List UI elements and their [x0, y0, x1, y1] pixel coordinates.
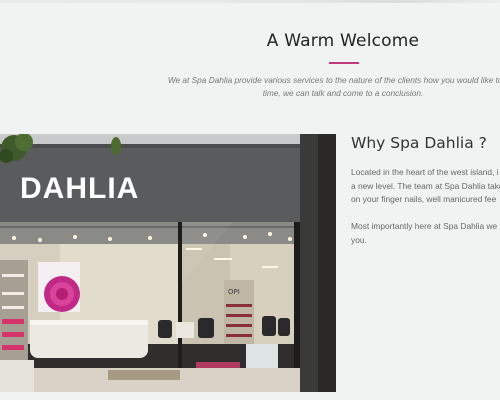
display-brand-text: OPI: [228, 288, 240, 296]
why-paragraph-2: Most importantly here at Spa Dahlia we y…: [351, 220, 497, 247]
why-line: you.: [351, 234, 367, 245]
why-line: Most importantly here at Spa Dahlia we: [351, 221, 498, 231]
welcome-line: We at Spa Dahlia provide various service…: [167, 75, 500, 85]
welcome-text: We at Spa Dahlia provide various service…: [150, 74, 500, 100]
why-paragraph-1: Located in the heart of the west island,…: [351, 166, 500, 207]
why-line: Located in the heart of the west island,…: [351, 167, 499, 177]
storefront-illustration: OPI DAHLIA: [0, 134, 336, 392]
why-line: on your finger nails, well manicured fee: [351, 194, 497, 204]
storefront-photo: OPI DAHLIA: [0, 134, 336, 392]
welcome-line: time, we can talk and come to a conclusi…: [262, 88, 424, 98]
why-line: a new level. The team at Spa Dahlia take: [351, 180, 500, 191]
why-title: Why Spa Dahlia ?: [351, 134, 487, 152]
welcome-underline: [329, 62, 359, 64]
dahlia-sign-text: DAHLIA: [20, 172, 139, 205]
welcome-title: A Warm Welcome: [266, 31, 420, 51]
top-strip: [0, 0, 500, 3]
page: A Warm Welcome We at Spa Dahlia provide …: [0, 0, 500, 400]
